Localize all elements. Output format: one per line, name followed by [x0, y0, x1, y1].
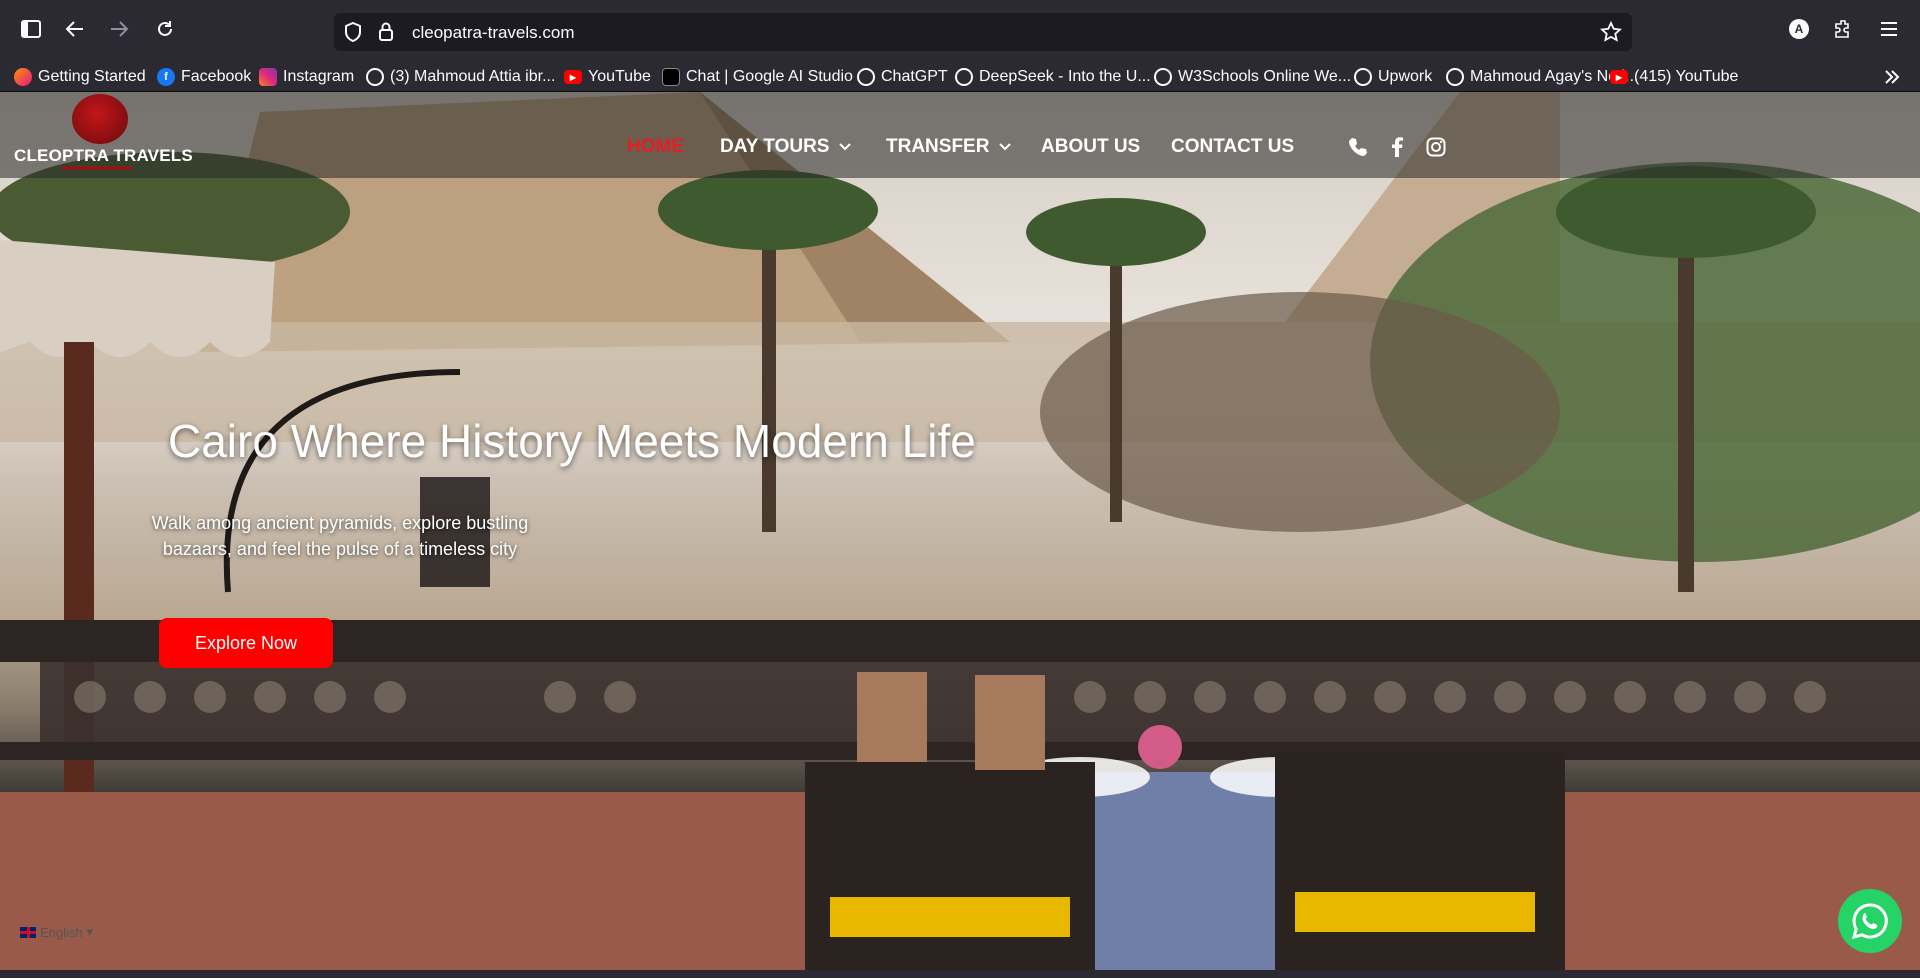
nav-home[interactable]: HOME: [627, 136, 684, 158]
bookmark-chatgpt[interactable]: ChatGPT: [857, 65, 948, 89]
reload-icon[interactable]: [148, 12, 182, 46]
bookmarks-overflow-icon[interactable]: [1884, 65, 1900, 89]
nav-contact-us[interactable]: CONTACT US: [1171, 136, 1294, 158]
language-label: English: [40, 924, 83, 940]
globe-icon: [1354, 68, 1372, 86]
hero-title: Cairo Where History Meets Modern Life: [168, 415, 976, 467]
bookmark-label: Chat | Google AI Studio: [686, 68, 853, 85]
nav-about-label: ABOUT US: [1041, 136, 1141, 157]
sidebar-toggle-icon[interactable]: [14, 12, 48, 46]
instagram-icon[interactable]: [1424, 135, 1448, 159]
bookmark-label: Getting Started: [38, 68, 146, 85]
menu-icon[interactable]: [1872, 12, 1906, 46]
lock-icon[interactable]: [378, 22, 394, 47]
nav-day-tours-label: DAY TOURS: [720, 136, 830, 157]
hero-description: Walk among ancient pyramids, explore bus…: [151, 513, 529, 559]
bookmark-label: Upwork: [1378, 68, 1433, 85]
nav-home-label: HOME: [627, 136, 684, 157]
phone-icon[interactable]: [1346, 135, 1370, 159]
nav-transfer-label: TRANSFER: [886, 136, 990, 157]
explore-now-button[interactable]: Explore Now: [159, 618, 333, 668]
youtube-icon: ▶: [1610, 70, 1628, 84]
forward-icon[interactable]: [102, 12, 136, 46]
bookmark-mahmoud-attia[interactable]: (3) Mahmoud Attia ibr...: [366, 65, 555, 89]
address-bar[interactable]: cleopatra-travels.com: [334, 13, 1632, 51]
globe-icon: [955, 68, 973, 86]
ai-studio-icon: [662, 68, 680, 86]
whatsapp-chat-button[interactable]: [1838, 889, 1902, 953]
bookmark-google-ai-studio[interactable]: Chat | Google AI Studio: [662, 65, 853, 89]
bookmark-getting-started[interactable]: Getting Started: [14, 65, 146, 89]
globe-icon: [1154, 68, 1172, 86]
bookmark-star-icon[interactable]: [1599, 20, 1623, 48]
bookmark-label: Instagram: [283, 68, 355, 85]
bookmarks-bar: Getting Started f Facebook Instagram (3)…: [0, 62, 1920, 92]
nav-contact-label: CONTACT US: [1171, 136, 1295, 157]
shield-icon[interactable]: [344, 21, 362, 47]
firefox-icon: [14, 68, 32, 86]
globe-icon: [857, 68, 875, 86]
bookmark-label: Facebook: [181, 68, 252, 85]
instagram-icon: [259, 68, 277, 86]
dropdown-arrow-icon: ▾: [86, 924, 94, 939]
bookmark-upwork[interactable]: Upwork: [1354, 65, 1432, 89]
logo-tagline-bar: [62, 166, 132, 170]
bookmark-facebook[interactable]: f Facebook: [157, 65, 251, 89]
facebook-icon[interactable]: [1385, 135, 1409, 159]
browser-toolbar: cleopatra-travels.com A: [0, 0, 1920, 62]
bookmark-instagram[interactable]: Instagram: [259, 65, 354, 89]
youtube-icon: ▶: [564, 70, 582, 84]
bookmark-youtube[interactable]: ▶ YouTube: [564, 65, 651, 89]
web-page: CLEOPTRA TRAVELS HOME DAY TOURS TRANSFER…: [0, 92, 1920, 970]
nav-day-tours[interactable]: DAY TOURS: [720, 136, 852, 158]
bookmark-label: ChatGPT: [881, 68, 948, 85]
back-icon[interactable]: [58, 12, 92, 46]
bookmark-label: DeepSeek - Into the U...: [979, 68, 1151, 85]
chevron-down-icon: [839, 143, 852, 151]
window-bottom-edge: [0, 970, 1920, 978]
site-navbar: CLEOPTRA TRAVELS HOME DAY TOURS TRANSFER…: [0, 92, 1920, 178]
bookmark-label: (3) Mahmoud Attia ibr...: [390, 68, 556, 85]
language-switcher[interactable]: English ▾: [20, 924, 93, 940]
extensions-icon[interactable]: [1826, 12, 1860, 46]
nav-about-us[interactable]: ABOUT US: [1041, 136, 1140, 158]
facebook-icon: f: [157, 68, 175, 86]
bookmark-label: W3Schools Online We...: [1178, 68, 1352, 85]
account-avatar[interactable]: A: [1782, 12, 1816, 46]
uk-flag-icon: [20, 926, 36, 938]
bookmark-w3schools[interactable]: W3Schools Online We...: [1154, 65, 1351, 89]
logo-emblem[interactable]: [72, 94, 128, 144]
site-logo-text[interactable]: CLEOPTRA TRAVELS: [14, 146, 193, 166]
chevron-down-icon: [999, 143, 1012, 151]
bookmark-label: (415) YouTube: [1634, 68, 1739, 85]
nav-transfer[interactable]: TRANSFER: [886, 136, 1012, 158]
bookmark-label: YouTube: [588, 68, 651, 85]
url-text[interactable]: cleopatra-travels.com: [412, 23, 575, 43]
account-initial: A: [1789, 19, 1809, 39]
bookmark-youtube-415[interactable]: ▶ (415) YouTube: [1610, 65, 1738, 89]
globe-icon: [366, 68, 384, 86]
bookmark-deepseek[interactable]: DeepSeek - Into the U...: [955, 65, 1151, 89]
globe-icon: [1446, 68, 1464, 86]
whatsapp-icon: [1851, 903, 1888, 940]
